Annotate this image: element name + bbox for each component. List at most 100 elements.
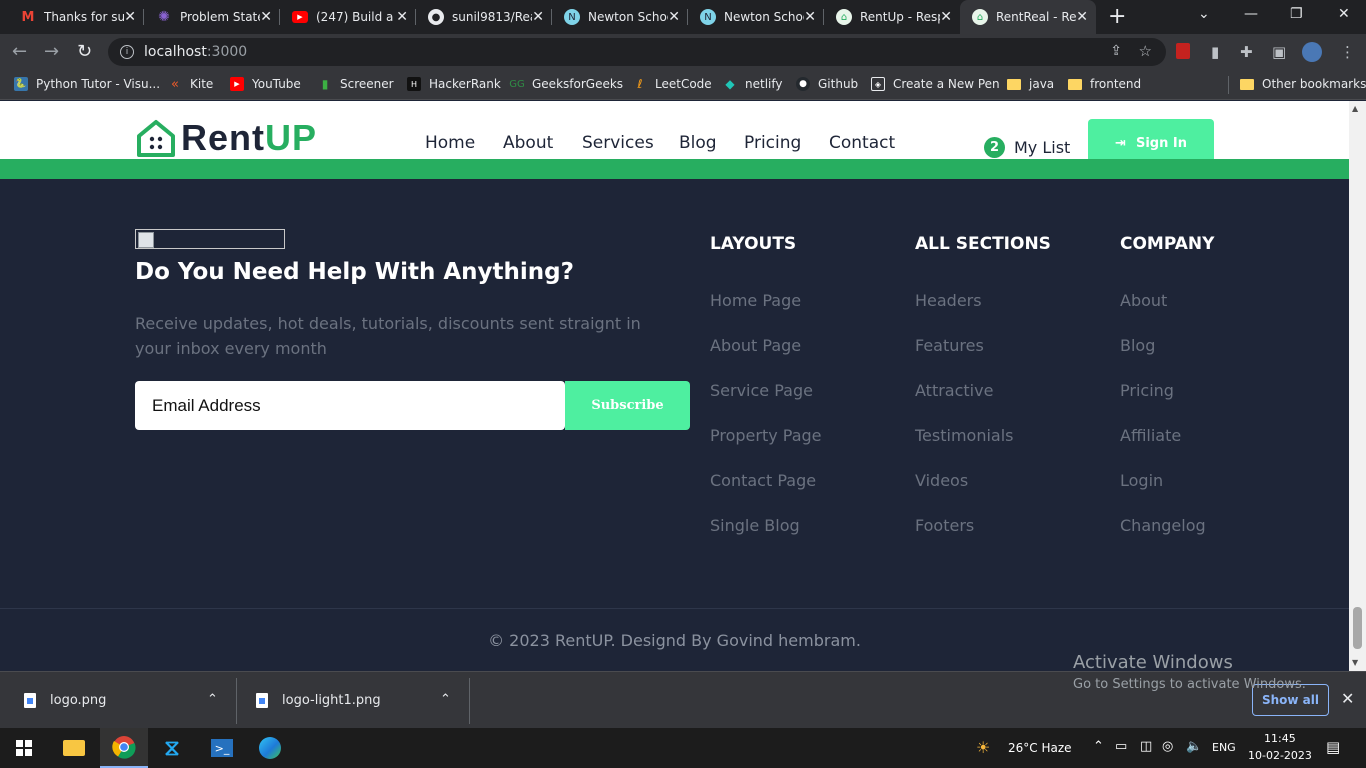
powershell-app[interactable]: >_ bbox=[198, 728, 246, 768]
close-tab-icon[interactable]: ✕ bbox=[1076, 9, 1088, 25]
menu-kebab-icon[interactable]: ⋮ bbox=[1340, 43, 1355, 61]
footer-link[interactable]: Blog bbox=[1120, 336, 1155, 355]
bookmark-item[interactable]: ◈ Create a New Pen bbox=[871, 77, 1000, 91]
footer-link[interactable]: Changelog bbox=[1120, 516, 1206, 535]
browser-tab[interactable]: M Thanks for su ✕ bbox=[0, 0, 144, 34]
browser-tab[interactable]: ✺ Problem State ✕ bbox=[136, 0, 280, 34]
footer-link[interactable]: Single Blog bbox=[710, 516, 800, 535]
restore-icon[interactable]: ❐ bbox=[1290, 6, 1303, 22]
browser-tab-active[interactable]: ⌂ RentReal - Re ✕ bbox=[960, 0, 1096, 34]
network-icon[interactable]: ◫ bbox=[1140, 739, 1152, 754]
footer-link[interactable]: About bbox=[1120, 291, 1167, 310]
extensions-puzzle-icon[interactable]: ✚ bbox=[1240, 43, 1253, 61]
reload-icon[interactable]: ↻ bbox=[77, 41, 92, 62]
browser-tab[interactable]: ▶ (247) Build a R ✕ bbox=[272, 0, 416, 34]
browser-tab[interactable]: ⌂ RentUp - Resp ✕ bbox=[816, 0, 960, 34]
language-indicator[interactable]: ENG bbox=[1212, 741, 1236, 754]
nav-pricing[interactable]: Pricing bbox=[744, 133, 801, 153]
share-icon[interactable]: ⇪ bbox=[1110, 43, 1122, 59]
site-logo[interactable]: RentUP bbox=[135, 117, 317, 159]
nav-about[interactable]: About bbox=[503, 133, 553, 153]
bookmark-item[interactable]: ◆ netlify bbox=[723, 77, 782, 91]
extension-icon[interactable]: ▮ bbox=[1211, 43, 1219, 61]
page-scrollbar[interactable]: ▲ ▼ bbox=[1349, 101, 1366, 671]
footer-link[interactable]: Property Page bbox=[710, 426, 822, 445]
close-tab-icon[interactable]: ✕ bbox=[804, 9, 816, 25]
profile-avatar[interactable] bbox=[1302, 42, 1322, 62]
show-hidden-icons-icon[interactable]: ⌃ bbox=[1093, 739, 1104, 754]
notifications-icon[interactable]: ▤ bbox=[1326, 738, 1340, 756]
edge-app[interactable] bbox=[246, 728, 294, 768]
wifi-icon[interactable]: ◎ bbox=[1162, 739, 1173, 754]
bookmark-item[interactable]: ● Github bbox=[796, 77, 858, 91]
nav-home[interactable]: Home bbox=[425, 133, 475, 153]
footer-link[interactable]: Login bbox=[1120, 471, 1163, 490]
scrollbar-thumb[interactable] bbox=[1353, 607, 1362, 649]
footer-link[interactable]: Headers bbox=[915, 291, 982, 310]
email-input[interactable] bbox=[135, 381, 565, 430]
footer-link[interactable]: Service Page bbox=[710, 381, 813, 400]
back-icon[interactable]: ← bbox=[12, 41, 27, 62]
bookmark-folder[interactable]: java bbox=[1007, 77, 1054, 91]
start-button[interactable] bbox=[0, 728, 48, 768]
volume-icon[interactable]: 🔈 bbox=[1186, 739, 1202, 754]
chevron-up-icon[interactable]: ⌃ bbox=[207, 692, 218, 707]
footer-link[interactable]: Videos bbox=[915, 471, 968, 490]
close-tab-icon[interactable]: ✕ bbox=[668, 9, 680, 25]
footer-link[interactable]: Attractive bbox=[915, 381, 993, 400]
browser-tab[interactable]: N Newton Schoo ✕ bbox=[680, 0, 824, 34]
footer-link[interactable]: Testimonials bbox=[915, 426, 1014, 445]
footer-link[interactable]: Contact Page bbox=[710, 471, 816, 490]
subscribe-button[interactable]: Subscribe bbox=[565, 381, 690, 430]
vscode-app[interactable]: ⧖ bbox=[148, 728, 196, 768]
address-bar[interactable]: i localhost:3000 ⇪ ☆ bbox=[108, 38, 1166, 66]
forward-icon[interactable]: → bbox=[44, 41, 59, 62]
file-explorer-app[interactable] bbox=[50, 728, 98, 768]
clock-date[interactable]: 10-02-2023 bbox=[1248, 749, 1312, 762]
footer-link[interactable]: Features bbox=[915, 336, 984, 355]
footer-link[interactable]: Footers bbox=[915, 516, 974, 535]
new-tab-icon[interactable]: + bbox=[1108, 4, 1126, 29]
weather-text[interactable]: 26°C Haze bbox=[1008, 741, 1072, 755]
close-tab-icon[interactable]: ✕ bbox=[260, 9, 272, 25]
side-panel-icon[interactable]: ▣ bbox=[1272, 43, 1286, 61]
close-tab-icon[interactable]: ✕ bbox=[124, 9, 136, 25]
bookmark-item[interactable]: ℓ LeetCode bbox=[633, 77, 712, 91]
bookmark-item[interactable]: ▶ YouTube bbox=[230, 77, 301, 91]
download-item[interactable]: logo-light1.png bbox=[256, 672, 381, 729]
footer-link[interactable]: Pricing bbox=[1120, 381, 1174, 400]
weather-icon[interactable]: ☀ bbox=[976, 738, 990, 757]
extension-icon[interactable] bbox=[1176, 43, 1190, 59]
chevron-up-icon[interactable]: ⌃ bbox=[440, 692, 451, 707]
footer-link[interactable]: Affiliate bbox=[1120, 426, 1181, 445]
browser-tab[interactable]: N Newton Schoo ✕ bbox=[544, 0, 688, 34]
browser-tab[interactable]: ● sunil9813/Rea ✕ bbox=[408, 0, 552, 34]
nav-blog[interactable]: Blog bbox=[679, 133, 717, 153]
footer-link[interactable]: Home Page bbox=[710, 291, 801, 310]
scroll-up-icon[interactable]: ▲ bbox=[1352, 104, 1358, 113]
bookmark-item[interactable]: ▮ Screener bbox=[318, 77, 394, 91]
chrome-app[interactable] bbox=[100, 728, 148, 768]
close-downloads-icon[interactable]: ✕ bbox=[1341, 689, 1354, 708]
site-info-icon[interactable]: i bbox=[120, 45, 134, 59]
close-tab-icon[interactable]: ✕ bbox=[396, 9, 408, 25]
close-window-icon[interactable]: ✕ bbox=[1338, 6, 1350, 22]
download-item[interactable]: logo.png bbox=[24, 672, 106, 729]
other-bookmarks-folder[interactable]: Other bookmarks bbox=[1240, 77, 1366, 91]
footer-link[interactable]: About Page bbox=[710, 336, 801, 355]
close-tab-icon[interactable]: ✕ bbox=[940, 9, 952, 25]
bookmark-item[interactable]: GG GeeksforGeeks bbox=[509, 77, 623, 91]
my-list-button[interactable]: 2 My List bbox=[984, 137, 1070, 158]
scroll-down-icon[interactable]: ▼ bbox=[1352, 658, 1358, 667]
bookmark-item[interactable]: H HackerRank bbox=[407, 77, 501, 91]
bookmark-folder[interactable]: frontend bbox=[1068, 77, 1141, 91]
minimize-icon[interactable]: — bbox=[1244, 6, 1258, 22]
bookmark-item[interactable]: 🐍 Python Tutor - Visu... bbox=[14, 77, 160, 91]
tab-search-icon[interactable]: ⌄ bbox=[1198, 6, 1210, 22]
bookmark-item[interactable]: «Kite bbox=[168, 77, 213, 92]
clock-time[interactable]: 11:45 bbox=[1264, 732, 1296, 745]
bookmark-star-icon[interactable]: ☆ bbox=[1139, 42, 1152, 60]
close-tab-icon[interactable]: ✕ bbox=[532, 9, 544, 25]
battery-icon[interactable]: ▭ bbox=[1115, 739, 1127, 754]
nav-services[interactable]: Services bbox=[582, 133, 654, 153]
